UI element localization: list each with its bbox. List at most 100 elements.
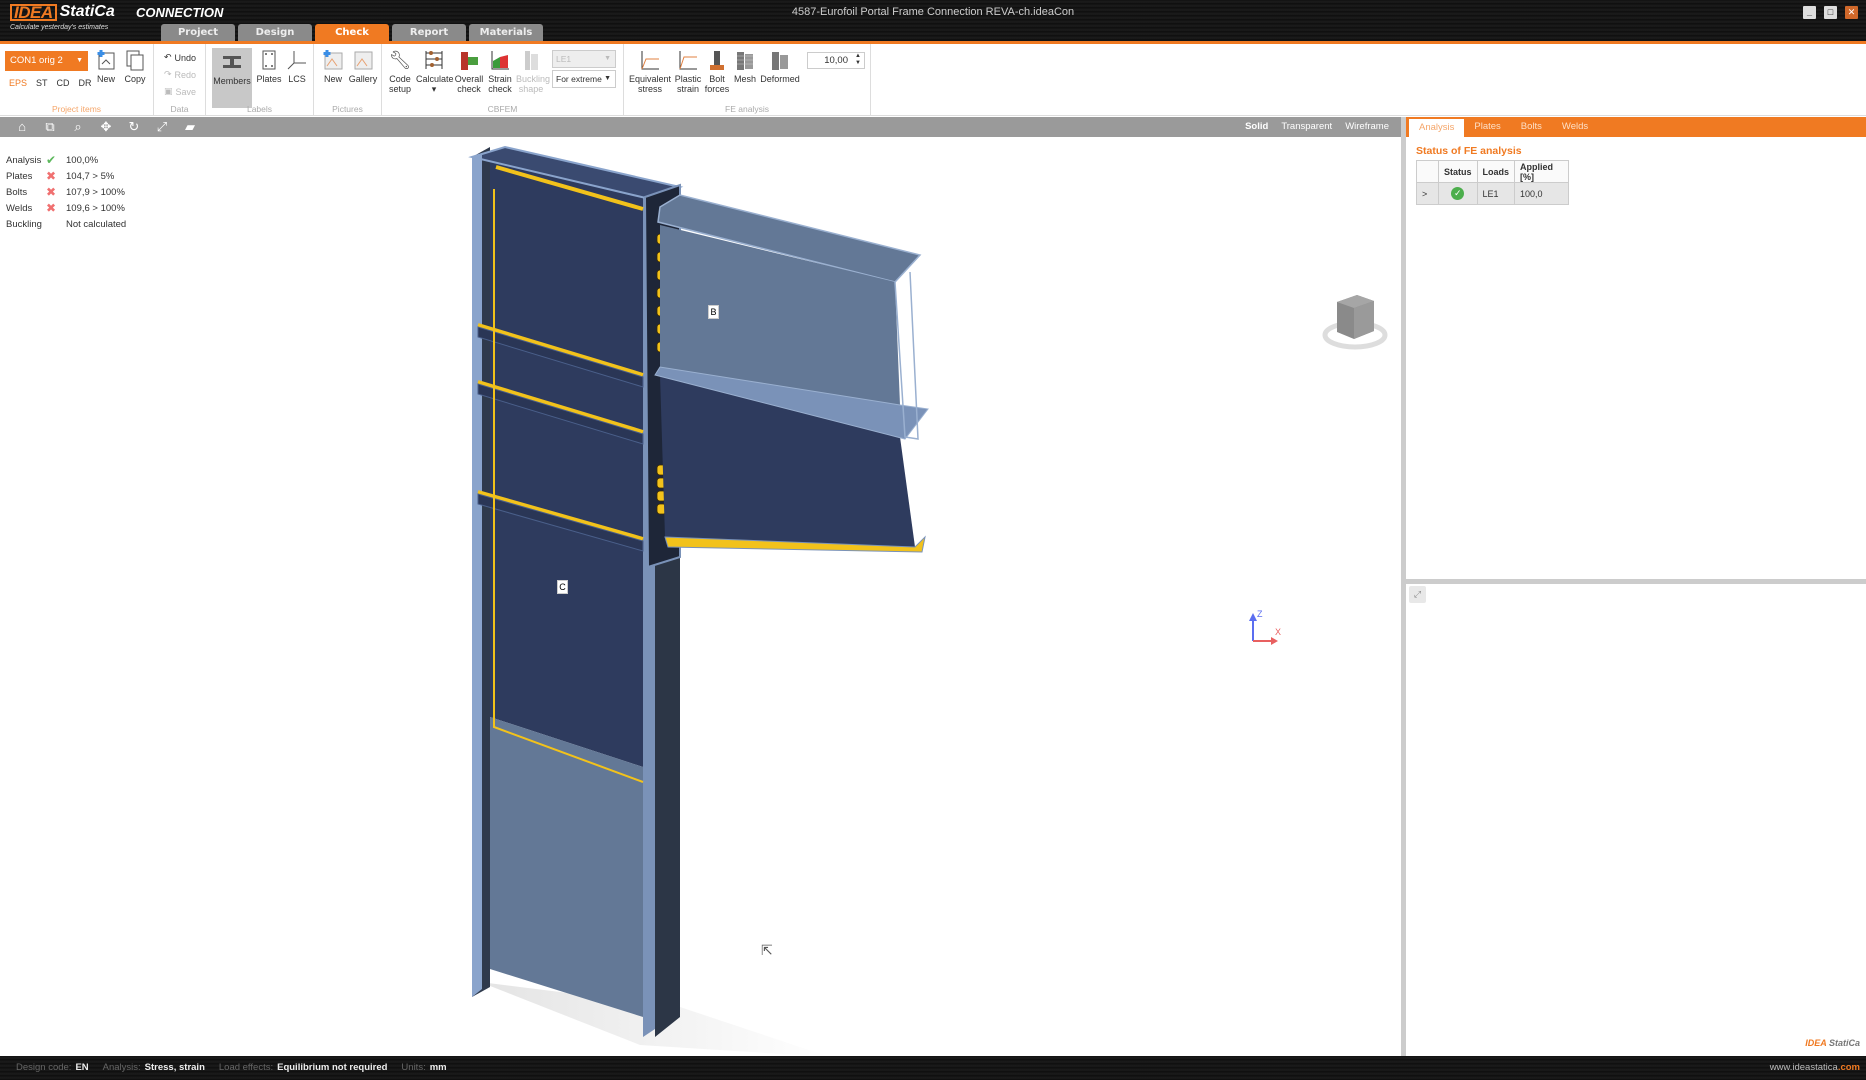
members-label: Members	[213, 76, 251, 86]
member-label-beam[interactable]: B	[708, 305, 719, 319]
check-row-welds[interactable]: Welds ✖ 109,6 > 100%	[6, 200, 126, 216]
mesh-button[interactable]: Mesh	[732, 48, 758, 84]
tab-check[interactable]: Check	[315, 24, 389, 42]
category-eps[interactable]: EPS	[9, 78, 27, 88]
check-row-buckling[interactable]: Buckling Not calculated	[6, 216, 126, 232]
members-toggle[interactable]: Members	[212, 48, 252, 108]
tab-design[interactable]: Design	[238, 24, 312, 42]
stress-curve-icon	[639, 48, 661, 72]
chevron-down-icon: ▾	[431, 84, 437, 94]
main-tabs: Project Design Check Report Materials	[161, 24, 543, 42]
overall-check-label-1: Overall	[454, 74, 484, 84]
plates-toggle[interactable]: Plates	[256, 48, 282, 84]
strain-check-label-1: Strain	[488, 74, 512, 84]
deformed-button[interactable]: Deformed	[760, 48, 800, 84]
close-icon[interactable]: ✕	[1845, 6, 1858, 19]
status-analysis: Analysis: Stress, strain	[103, 1062, 205, 1073]
deformed-label: Deformed	[760, 74, 800, 84]
tab-materials[interactable]: Materials	[469, 24, 543, 42]
col-header-expand	[1416, 160, 1439, 183]
category-cd[interactable]: CD	[57, 78, 70, 88]
pan-icon[interactable]: ✥	[98, 119, 114, 135]
buckling-shape-button[interactable]: Buckling shape	[516, 48, 550, 94]
minimize-icon[interactable]: _	[1803, 6, 1816, 19]
results-tab-bolts[interactable]: Bolts	[1511, 117, 1552, 137]
strain-check-button[interactable]: Strain check	[486, 48, 514, 94]
check-label: Bolts	[6, 186, 28, 198]
check-row-plates[interactable]: Plates ✖ 104,7 > 5%	[6, 168, 126, 184]
zoom-extents-icon[interactable]: ⤢	[154, 119, 170, 135]
load-case-select[interactable]: LE1 ▼	[552, 50, 616, 68]
expand-row-icon[interactable]: >	[1416, 182, 1439, 205]
status-key: Analysis:	[102, 1062, 141, 1073]
home-view-icon[interactable]: ⌂	[14, 119, 30, 135]
group-cbfem: 🔧︎ Code setup Calculate ▾ Overall check Str…	[382, 44, 624, 116]
status-units: Units: mm	[401, 1062, 446, 1073]
buckling-shape-label-2: shape	[518, 84, 544, 94]
group-label-project-items: Project items	[51, 104, 102, 114]
calculate-button[interactable]: Calculate ▾	[416, 48, 454, 94]
extreme-select[interactable]: For extreme ▼	[552, 70, 616, 88]
check-value: 109,6 > 100%	[66, 202, 125, 214]
gallery-button[interactable]: Gallery	[348, 48, 378, 84]
results-tab-welds[interactable]: Welds	[1552, 117, 1598, 137]
tab-report[interactable]: Report	[392, 24, 466, 42]
bolt-forces-label-2: forces	[704, 84, 730, 94]
spinner-arrows-icon[interactable]: ▲ ▼	[855, 53, 861, 67]
status-key: Design code:	[16, 1062, 72, 1073]
deformation-scale-spinner[interactable]: 10,00 ▲ ▼	[807, 52, 865, 69]
category-dr[interactable]: DR	[79, 78, 92, 88]
deformation-scale-value: 10,00	[824, 55, 848, 66]
code-setup-button[interactable]: 🔧︎ Code setup	[386, 48, 414, 94]
buckling-shape-label-1: Buckling	[516, 74, 551, 84]
deformed-icon	[769, 48, 791, 72]
category-st[interactable]: ST	[36, 78, 48, 88]
check-value: 104,7 > 5%	[66, 170, 115, 182]
new-picture-button[interactable]: New	[320, 48, 346, 84]
navigation-cube[interactable]	[1322, 287, 1388, 357]
axis-x-label: X	[1275, 627, 1281, 637]
bolt-forces-button[interactable]: Bolt forces	[704, 48, 730, 94]
lcs-toggle[interactable]: LCS	[284, 48, 310, 84]
view-mode-transparent[interactable]: Transparent	[1281, 121, 1332, 132]
results-tab-plates[interactable]: Plates	[1464, 117, 1510, 137]
results-tab-analysis[interactable]: Analysis	[1409, 119, 1465, 137]
load-case-value: LE1	[556, 54, 572, 64]
view-mode-solid[interactable]: Solid	[1245, 121, 1268, 132]
new-item-button[interactable]: New	[94, 48, 118, 84]
tab-project[interactable]: Project	[161, 24, 235, 42]
member-label-column[interactable]: C	[557, 580, 568, 594]
zoom-icon[interactable]: ⌕	[70, 119, 86, 135]
website-link[interactable]: www.ideastatica.com	[1770, 1062, 1860, 1073]
check-label: Analysis	[6, 154, 42, 166]
connection-model[interactable]	[0, 137, 1401, 1056]
expand-icon[interactable]: ⤢	[1409, 586, 1426, 603]
plates-icon	[258, 48, 280, 72]
fe-analysis-table: Status Loads Applied [%] > ✓ LE1 100,0	[1416, 160, 1570, 205]
lcs-axes-icon	[286, 48, 308, 72]
rotate-icon[interactable]: ↻	[126, 119, 142, 135]
undo-button[interactable]: ↶ Undo	[164, 52, 196, 63]
zoom-window-icon[interactable]: ⧉	[42, 119, 58, 135]
section-view-icon[interactable]: ▰	[182, 119, 198, 135]
equivalent-stress-button[interactable]: Equivalent stress	[628, 48, 672, 94]
plastic-strain-button[interactable]: Plastic strain	[674, 48, 702, 94]
copy-item-button[interactable]: Copy	[122, 48, 148, 84]
title-bar: IDEA StatiCa CONNECTION Calculate yester…	[0, 0, 1866, 42]
table-row[interactable]: > ✓ LE1 100,0	[1416, 182, 1570, 205]
connection-select[interactable]: CON1 orig 2 ▼	[5, 51, 88, 71]
3d-viewport[interactable]: B C Z X ⇱	[0, 137, 1401, 1056]
buckling-shape-icon	[520, 48, 542, 72]
watermark-text: IDEA StatiCa	[1805, 1038, 1860, 1048]
watermark-logo: IDEA StatiCa	[1805, 1038, 1860, 1048]
gallery-icon	[352, 48, 374, 72]
overall-check-button[interactable]: Overall check	[454, 48, 484, 94]
website-main: www.ideastatica	[1769, 1062, 1838, 1073]
view-mode-wireframe[interactable]: Wireframe	[1345, 121, 1389, 132]
save-button[interactable]: ▣ Save	[164, 86, 196, 97]
check-row-analysis[interactable]: Analysis ✔ 100,0%	[6, 152, 126, 168]
maximize-icon[interactable]: □	[1824, 6, 1837, 19]
calculate-label: Calculate	[416, 74, 454, 84]
check-row-bolts[interactable]: Bolts ✖ 107,9 > 100%	[6, 184, 126, 200]
redo-button[interactable]: ↷ Redo	[164, 69, 196, 80]
